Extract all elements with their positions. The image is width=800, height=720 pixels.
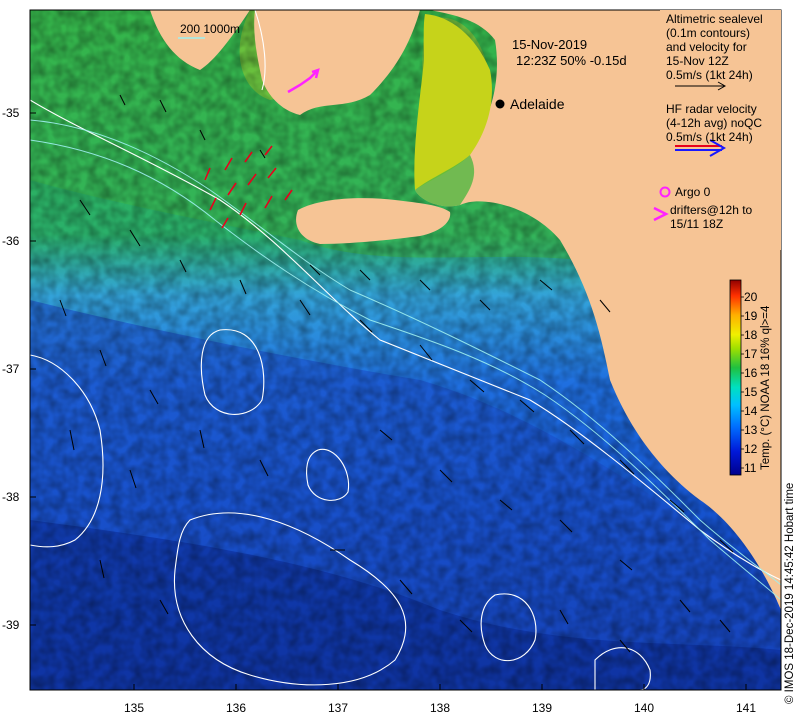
date-label: 15-Nov-2019 (512, 37, 588, 52)
colorbar-title: Temp. (°C) NOAA 18 16% ql>=4 (760, 305, 772, 470)
altimetry-legend-line: (0.1m contours) (666, 26, 751, 40)
altimetry-legend-line: 0.5m/s (1kt 24h) (666, 68, 753, 82)
adelaide-marker (495, 99, 505, 109)
colorbar-tick: 20 (744, 290, 758, 304)
adelaide-label: Adelaide (510, 96, 565, 112)
altimetry-legend-line: and velocity for (666, 40, 747, 54)
scale-label: 200 1000m (180, 22, 241, 36)
lon-label: 138 (429, 701, 451, 715)
lon-label: 136 (225, 701, 247, 715)
lon-label: 140 (633, 701, 655, 715)
altimetry-legend-line: 15-Nov 12Z (666, 54, 729, 68)
lat-label: -37 (2, 362, 20, 376)
radar-legend-line: HF radar velocity (666, 102, 757, 116)
drifters-legend-line: 15/11 18Z (670, 217, 724, 231)
radar-legend-line: (4-12h avg) noQC (666, 116, 763, 130)
argo-legend-label: Argo 0 (675, 185, 711, 199)
lat-label: -36 (2, 234, 20, 248)
time-label: 12:23Z 50% -0.15d (516, 53, 627, 68)
colorbar (729, 279, 742, 476)
altimetry-legend-line: Altimetric sealevel (666, 12, 763, 26)
radar-legend-line: 0.5m/s (1kt 24h) (666, 130, 753, 144)
credit-text: © IMOS 18-Dec-2019 14:45:42 Hobart time (784, 482, 796, 704)
drifters-legend-line: drifters@12h to (670, 203, 753, 217)
lat-label: -39 (2, 618, 20, 632)
lon-label: 137 (327, 701, 349, 715)
lon-label: 141 (735, 701, 757, 715)
lon-label: 139 (531, 701, 553, 715)
lon-label: 135 (123, 701, 145, 715)
lat-label: -35 (2, 106, 20, 120)
lat-label: -38 (2, 490, 20, 504)
